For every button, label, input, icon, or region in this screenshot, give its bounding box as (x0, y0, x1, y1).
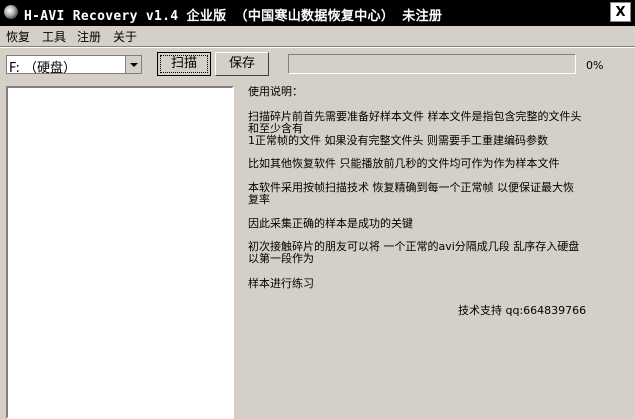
drive-select-value: F: （硬盘） (9, 61, 76, 76)
instruction-line: 以第一段作为 (248, 252, 314, 265)
menu-separator (0, 46, 635, 48)
drive-select[interactable]: F: （硬盘） (6, 55, 142, 76)
progress-percent: 0% (586, 59, 604, 72)
instruction-line: 样本进行练习 (248, 277, 314, 290)
close-button[interactable]: X (610, 2, 631, 22)
instruction-line: 复率 (248, 193, 270, 206)
chevron-down-icon[interactable] (125, 56, 141, 73)
menu-about[interactable]: 关于 (113, 28, 137, 45)
instruction-line: 1正常帧的文件 如果没有完整文件头 则需要手工重建编码参数 (248, 134, 548, 147)
app-icon[interactable] (4, 5, 18, 19)
instruction-line: 因此采集正确的样本是成功的关键 (248, 217, 413, 230)
support-contact: 技术支持 qq:664839766 (458, 304, 587, 317)
instructions-heading: 使用说明： (248, 85, 303, 98)
instruction-line: 比如其他恢复软件 只能播放前几秒的文件均可作为作为样本文件 (248, 157, 560, 170)
instruction-line: 本软件采用按帧扫描技术 恢复精确到每一个正常帧 以便保证最大恢 (248, 181, 574, 194)
title-bar: H-AVI Recovery v1.4 企业版 （中国寒山数据恢复中心） 未注册… (0, 0, 635, 26)
menu-register[interactable]: 注册 (77, 28, 101, 45)
scan-button[interactable]: 扫描 (157, 52, 211, 76)
menu-recover[interactable]: 恢复 (6, 28, 30, 45)
menu-tools[interactable]: 工具 (42, 28, 66, 45)
menu-bar: 恢复 工具 注册 关于 (0, 26, 635, 46)
progress-bar (288, 54, 576, 74)
window-title: H-AVI Recovery v1.4 企业版 （中国寒山数据恢复中心） 未注册 (24, 9, 443, 24)
fragment-list[interactable] (6, 86, 234, 419)
save-button[interactable]: 保存 (215, 52, 269, 76)
